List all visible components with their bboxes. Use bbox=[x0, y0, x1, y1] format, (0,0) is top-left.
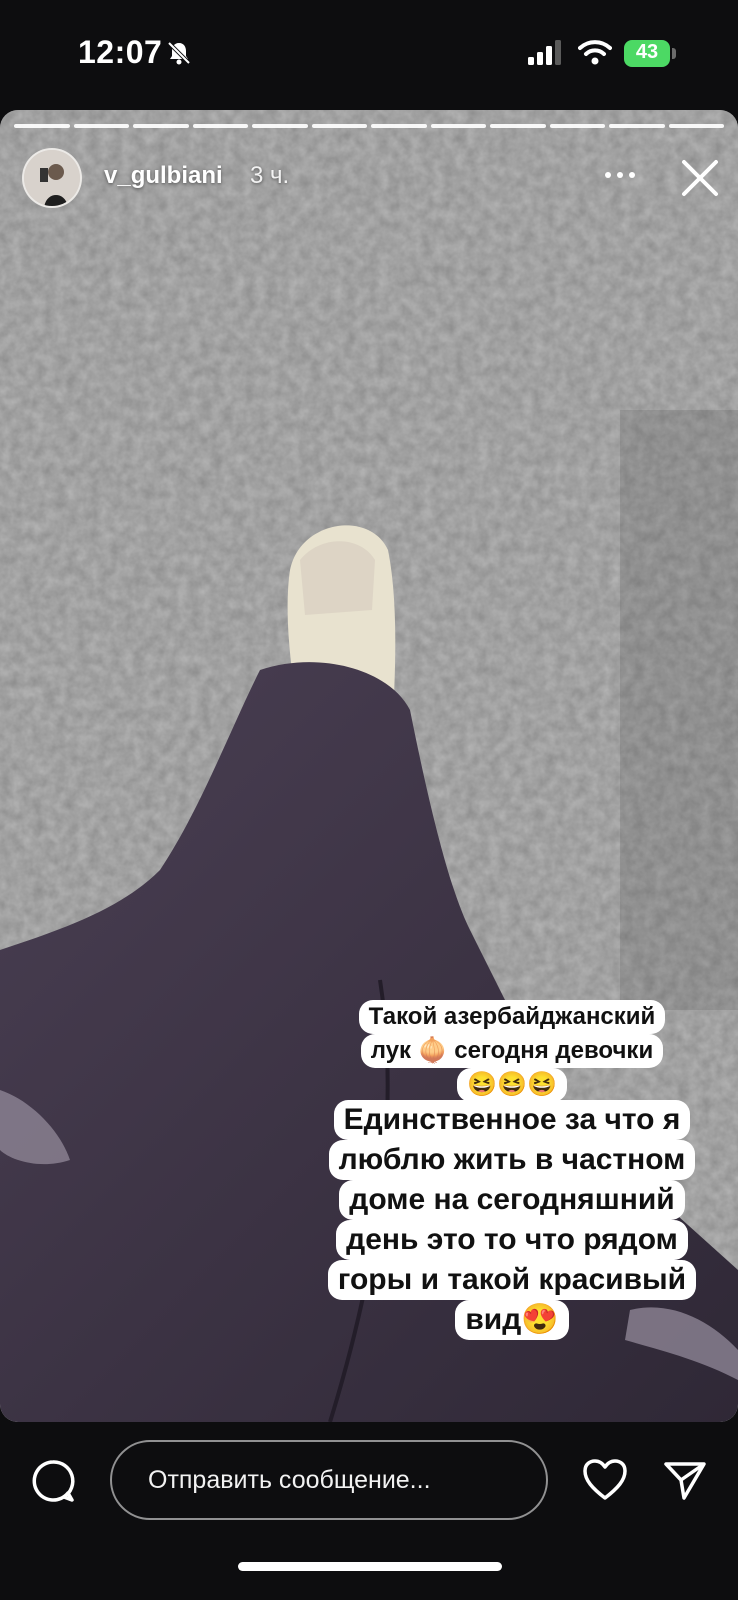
story-header: v_gulbiani 3 ч. bbox=[0, 140, 738, 210]
caption-line: Единственное за что я bbox=[333, 1100, 691, 1140]
caption-line: лук 🧅 сегодня девочки bbox=[360, 1034, 664, 1068]
caption-line: вид😍 bbox=[455, 1300, 569, 1340]
story-progress-bar bbox=[14, 124, 724, 128]
battery-level: 43 bbox=[635, 41, 659, 63]
heart-icon[interactable] bbox=[582, 1458, 628, 1502]
story-caption-small: Такой азербайджанский лук 🧅 сегодня дево… bbox=[336, 1000, 688, 1102]
more-options-icon[interactable] bbox=[600, 160, 640, 190]
avatar-photo-icon bbox=[24, 150, 80, 206]
reply-bar bbox=[0, 1422, 738, 1600]
cellular-signal-icon bbox=[528, 40, 561, 65]
wifi-icon bbox=[578, 40, 612, 65]
caption-line: день это то что рядом bbox=[336, 1220, 688, 1260]
caption-line: горы и такой красивый bbox=[327, 1260, 697, 1300]
camera-icon[interactable] bbox=[30, 1458, 76, 1504]
battery-indicator: 43 bbox=[624, 40, 676, 67]
caption-line: доме на сегодняшний bbox=[339, 1180, 685, 1220]
avatar[interactable] bbox=[22, 148, 82, 208]
story-username[interactable]: v_gulbiani bbox=[104, 162, 223, 190]
story-time-ago: 3 ч. bbox=[250, 162, 290, 189]
caption-line: люблю жить в частном bbox=[328, 1140, 696, 1180]
caption-line: 😆😆😆 bbox=[457, 1068, 567, 1102]
send-icon[interactable] bbox=[662, 1458, 708, 1502]
status-bar: 12:07 43 bbox=[0, 0, 738, 110]
story-caption-large: Единственное за что я люблю жить в частн… bbox=[316, 1100, 708, 1340]
caption-line: Такой азербайджанский bbox=[358, 1000, 666, 1034]
mute-bell-icon bbox=[167, 41, 191, 65]
message-input[interactable] bbox=[110, 1440, 548, 1520]
home-indicator[interactable] bbox=[238, 1562, 502, 1571]
close-icon[interactable] bbox=[676, 154, 724, 202]
clock-time: 12:07 bbox=[78, 34, 163, 70]
